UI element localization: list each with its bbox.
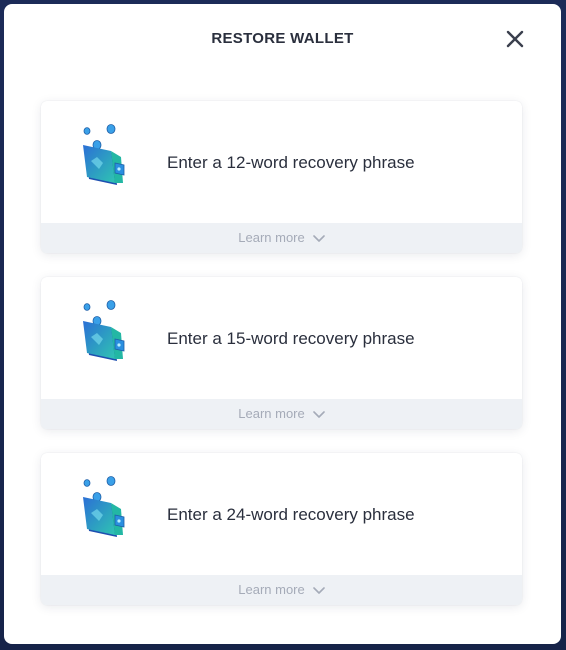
restore-option-15-word[interactable]: Enter a 15-word recovery phrase Learn mo… [41,277,522,429]
learn-more-label: Learn more [238,230,305,245]
card-main[interactable]: Enter a 24-word recovery phrase [41,453,522,575]
close-button[interactable] [503,27,527,51]
modal-title: RESTORE WALLET [211,30,354,47]
option-label: Enter a 15-word recovery phrase [167,329,415,348]
modal-header: RESTORE WALLET [4,4,561,74]
chevron-down-icon [312,410,325,419]
option-label: Enter a 24-word recovery phrase [167,505,415,524]
close-icon [503,27,527,51]
learn-more-label: Learn more [238,582,305,597]
wallet-icon [77,475,133,543]
chevron-down-icon [312,234,325,243]
card-main[interactable]: Enter a 15-word recovery phrase [41,277,522,399]
restore-option-24-word[interactable]: Enter a 24-word recovery phrase Learn mo… [41,453,522,605]
option-label: Enter a 12-word recovery phrase [167,153,415,172]
wallet-icon [77,123,133,191]
restore-options-list: Enter a 12-word recovery phrase Learn mo… [41,101,522,629]
card-main[interactable]: Enter a 12-word recovery phrase [41,101,522,223]
learn-more-label: Learn more [238,406,305,421]
chevron-down-icon [312,586,325,595]
learn-more-toggle[interactable]: Learn more [41,223,522,253]
wallet-icon [77,299,133,367]
learn-more-toggle[interactable]: Learn more [41,399,522,429]
restore-option-12-word[interactable]: Enter a 12-word recovery phrase Learn mo… [41,101,522,253]
learn-more-toggle[interactable]: Learn more [41,575,522,605]
restore-wallet-modal: RESTORE WALLET Enter a 12-word recovery … [4,4,561,644]
